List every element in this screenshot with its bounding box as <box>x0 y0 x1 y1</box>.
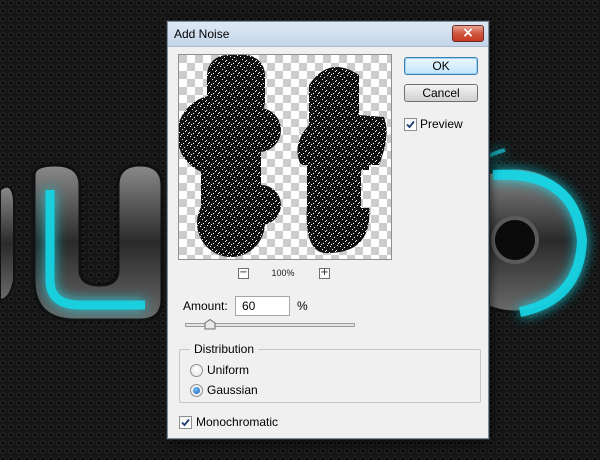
monochromatic-label: Monochromatic <box>196 415 279 429</box>
zoom-out-button[interactable]: − <box>238 268 249 279</box>
close-icon: × <box>462 25 474 41</box>
preview-label: Preview <box>420 117 463 131</box>
title-bar[interactable]: Add Noise × <box>168 22 488 47</box>
preview-image <box>179 55 391 259</box>
left-letter-fragment <box>0 185 15 302</box>
amount-unit: % <box>297 299 308 313</box>
cancel-button[interactable]: Cancel <box>404 84 478 102</box>
uniform-label: Uniform <box>207 363 250 377</box>
uniform-radio[interactable] <box>190 364 203 377</box>
ok-button[interactable]: OK <box>404 57 478 75</box>
checkmark-icon <box>406 120 415 129</box>
amount-label: Amount: <box>183 299 228 313</box>
close-button[interactable]: × <box>452 25 484 42</box>
zoom-level: 100% <box>271 268 295 278</box>
gaussian-radio[interactable] <box>190 384 203 397</box>
add-noise-dialog: Add Noise × − 100% + OK Cancel Preview A… <box>167 21 489 439</box>
amount-slider-thumb[interactable] <box>204 319 216 330</box>
monochromatic-checkbox[interactable] <box>179 416 192 429</box>
distribution-title: Distribution <box>190 342 259 356</box>
zoom-in-button[interactable]: + <box>319 268 330 279</box>
gaussian-label: Gaussian <box>207 383 258 397</box>
dialog-title: Add Noise <box>174 27 230 41</box>
preview-checkbox[interactable] <box>404 118 417 131</box>
preview-canvas[interactable] <box>178 54 392 260</box>
amount-input[interactable] <box>235 296 290 316</box>
checkmark-icon <box>181 418 190 427</box>
